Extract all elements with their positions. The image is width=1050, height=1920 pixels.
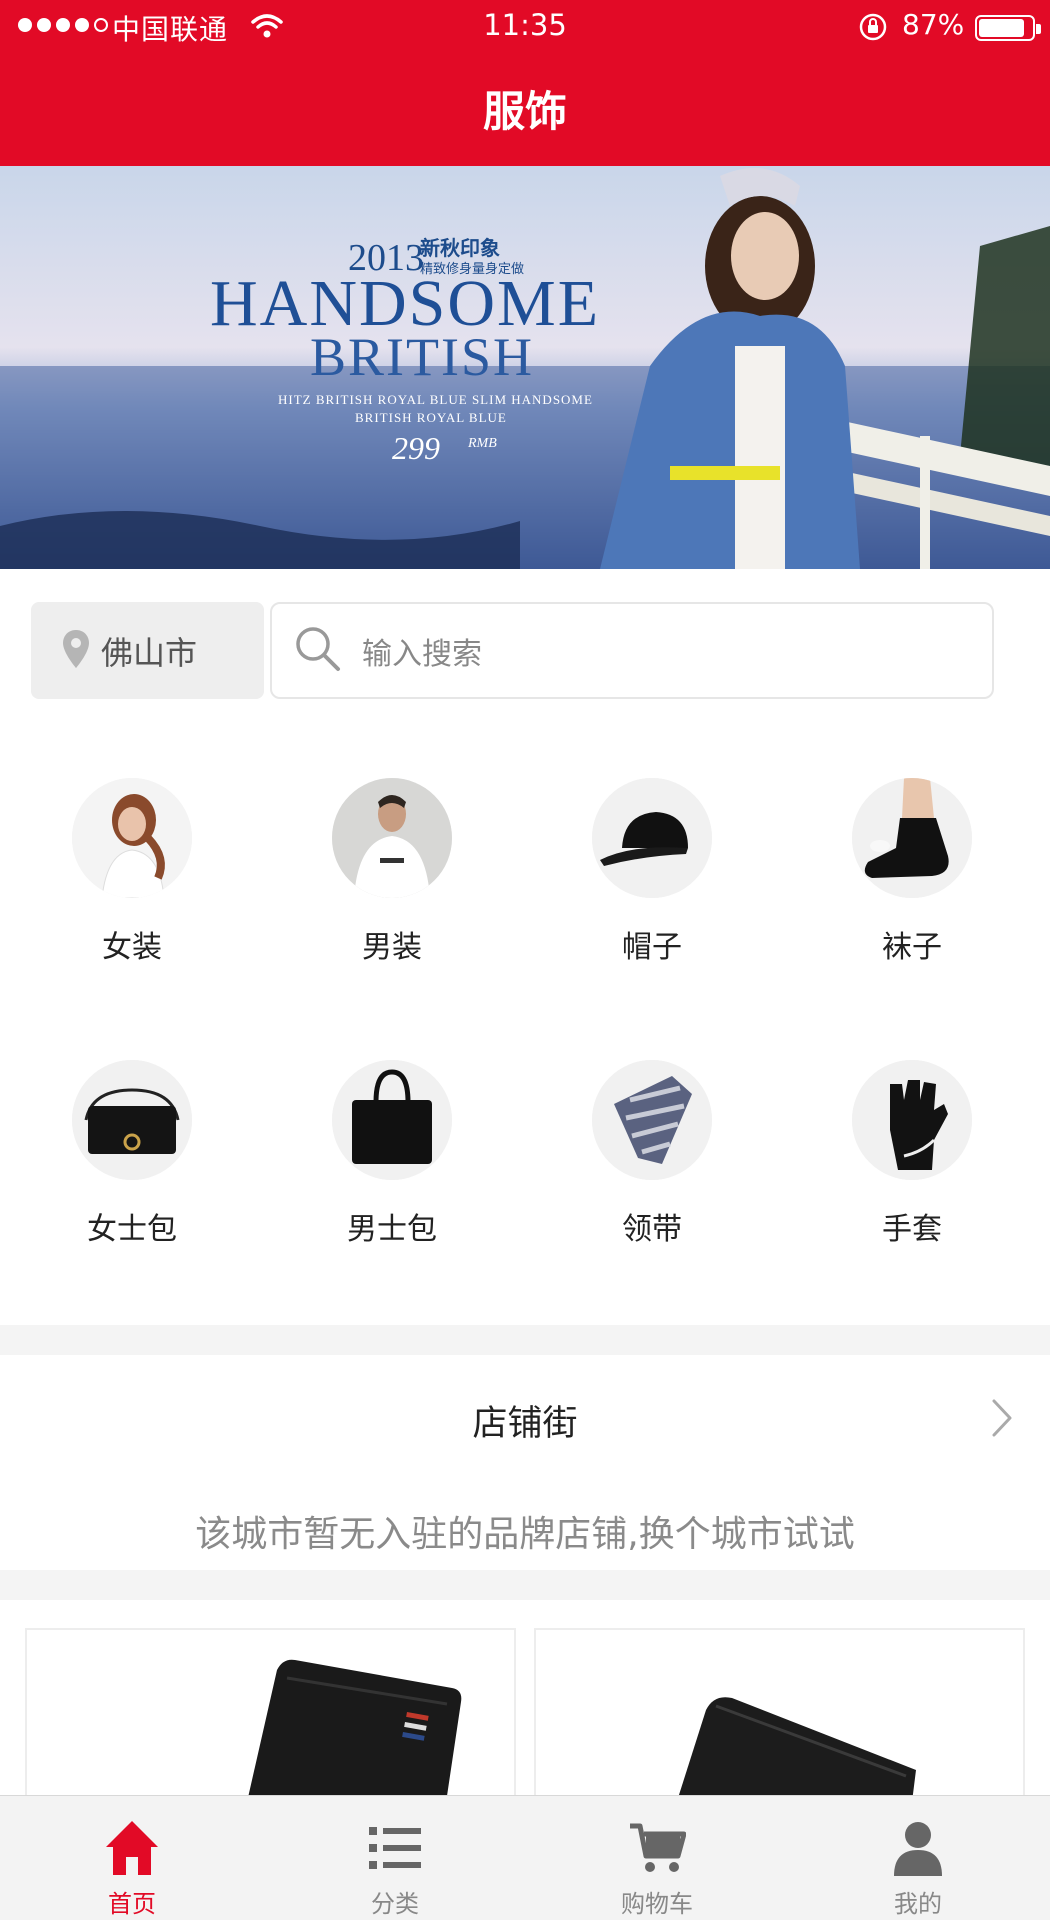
city-selector[interactable]: 佛山市	[31, 602, 264, 699]
store-empty-message: 该城市暂无入驻的品牌店铺,换个城市试试	[195, 1514, 855, 1555]
cap-photo-icon	[592, 778, 712, 898]
woman-photo-icon	[72, 778, 192, 898]
category-label: 袜子	[882, 930, 942, 965]
tab-label: 首页	[108, 1890, 156, 1918]
city-name: 佛山市	[101, 633, 198, 672]
category-socks[interactable]: 袜子	[822, 778, 1002, 966]
battery-icon	[975, 15, 1041, 41]
rotation-lock-icon	[858, 12, 888, 46]
category-label: 女装	[102, 930, 162, 965]
briefcase-photo-icon	[332, 1060, 452, 1180]
promo-banner[interactable]: 2013 新秋印象 精致修身量身定做 HANDSOME BRITISH HITZ…	[0, 166, 1050, 569]
top-header: 中国联通 11:35 87% 服饰	[0, 0, 1050, 166]
banner-subtitle: 新秋印象	[420, 238, 500, 260]
handbag-photo-icon	[72, 1060, 192, 1180]
tab-cart[interactable]: 购物车	[577, 1818, 737, 1919]
category-label: 女士包	[87, 1212, 177, 1247]
category-hats[interactable]: 帽子	[562, 778, 742, 966]
category-womens-bags[interactable]: 女士包	[42, 1060, 222, 1248]
user-icon	[838, 1818, 998, 1878]
tab-home[interactable]: 首页	[52, 1818, 212, 1919]
chevron-right-icon[interactable]	[990, 1397, 1016, 1443]
search-input[interactable]: 输入搜索	[270, 602, 994, 699]
category-label: 男装	[362, 930, 422, 965]
banner-currency: RMB	[468, 436, 497, 451]
search-icon	[292, 623, 344, 679]
category-label: 手套	[882, 1212, 942, 1247]
status-bar: 中国联通 11:35 87%	[0, 0, 1050, 56]
location-pin-icon	[63, 629, 89, 672]
glove-photo-icon	[852, 1060, 972, 1180]
banner-tagline: HITZ BRITISH ROYAL BLUE SLIM HANDSOME	[278, 392, 593, 407]
battery-percent: 87%	[902, 8, 965, 41]
banner-headline-2: BRITISH	[310, 327, 535, 387]
banner-price: 299	[392, 430, 440, 466]
category-women[interactable]: 女装	[42, 778, 222, 966]
category-label: 帽子	[622, 930, 682, 965]
tab-profile[interactable]: 我的	[838, 1818, 998, 1919]
category-mens-bags[interactable]: 男士包	[302, 1060, 482, 1248]
cart-icon	[577, 1818, 737, 1878]
home-icon	[52, 1818, 212, 1878]
tab-label: 购物车	[621, 1890, 693, 1918]
store-street-title[interactable]: 店铺街	[0, 1395, 1050, 1446]
page-title: 服饰	[482, 87, 567, 136]
section-divider	[0, 1570, 1050, 1600]
clock-time: 11:35	[483, 8, 567, 42]
tab-label: 我的	[894, 1890, 942, 1918]
tab-categories[interactable]: 分类	[315, 1818, 475, 1919]
category-label: 男士包	[347, 1212, 437, 1247]
sock-photo-icon	[852, 778, 972, 898]
category-label: 领带	[622, 1212, 682, 1247]
tie-photo-icon	[592, 1060, 712, 1180]
category-gloves[interactable]: 手套	[822, 1060, 1002, 1248]
bottom-tab-bar: 首页 分类 购物车 我的	[0, 1795, 1050, 1920]
banner-tagline-2: BRITISH ROYAL BLUE	[355, 410, 507, 425]
section-divider	[0, 1325, 1050, 1355]
search-placeholder: 输入搜索	[362, 636, 482, 672]
man-photo-icon	[332, 778, 452, 898]
category-men[interactable]: 男装	[302, 778, 482, 966]
list-icon	[315, 1818, 475, 1878]
category-ties[interactable]: 领带	[562, 1060, 742, 1248]
tab-label: 分类	[371, 1890, 419, 1918]
